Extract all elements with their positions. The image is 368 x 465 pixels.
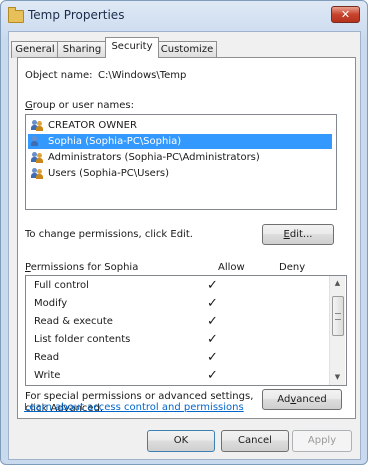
permission-row: List folder contents ✓	[26, 331, 326, 349]
advanced-button[interactable]: Advanced	[262, 389, 342, 410]
close-button[interactable]: ✕	[331, 6, 360, 23]
advanced-label-rest: anced	[296, 394, 327, 405]
advanced-label-prefix: Ad	[277, 394, 291, 405]
permission-row: Write ✓	[26, 367, 326, 385]
permissions-for-label: Permissions for Sophia	[25, 262, 138, 273]
tab-security[interactable]: Security	[105, 37, 159, 58]
deny-column-header: Deny	[279, 262, 306, 273]
tab-general[interactable]: General	[11, 41, 59, 58]
user-icon	[31, 136, 44, 147]
scroll-down-arrow-icon[interactable]: ▼	[333, 373, 342, 382]
user-row-administrators[interactable]: Administrators (Sophia-PC\Administrators…	[28, 150, 332, 165]
user-list[interactable]: CREATOR OWNER Sophia (Sophia-PC\Sophia) …	[25, 114, 337, 210]
object-name-value: C:\Windows\Temp	[98, 70, 187, 81]
title-bar[interactable]: Temp Properties ✕	[1, 1, 367, 31]
edit-button[interactable]: Edit...	[262, 224, 334, 245]
permissions-label-text: ermissions for Sophia	[30, 262, 139, 273]
scroll-thumb[interactable]	[332, 296, 344, 336]
users-icon	[31, 168, 44, 179]
permissions-scrollbar[interactable]: ▲ ▼	[329, 276, 345, 385]
grip-icon	[335, 313, 341, 320]
edit-button-label: dit...	[289, 229, 313, 240]
user-row-creator-owner[interactable]: CREATOR OWNER	[28, 118, 332, 133]
special-permissions-text-line1: For special permissions or advanced sett…	[25, 391, 254, 402]
allow-checkmark: ✓	[207, 296, 218, 311]
permission-name: Read & execute	[34, 316, 113, 327]
user-row-users[interactable]: Users (Sophia-PC\Users)	[28, 166, 332, 181]
allow-checkmark: ✓	[207, 368, 218, 383]
change-permissions-text: To change permissions, click Edit.	[25, 229, 193, 240]
allow-checkmark: ✓	[207, 278, 218, 293]
permission-name: Write	[34, 370, 61, 381]
tab-sharing[interactable]: Sharing	[57, 41, 107, 58]
permission-row: Full control ✓	[26, 277, 326, 295]
ok-button[interactable]: OK	[147, 430, 215, 452]
group-label-accelerator: G	[25, 100, 33, 111]
tab-strip: General Sharing Security Customize	[9, 37, 360, 58]
allow-checkmark: ✓	[207, 332, 218, 347]
cancel-button[interactable]: Cancel	[221, 430, 289, 452]
user-name: Sophia (Sophia-PC\Sophia)	[48, 136, 182, 147]
apply-button[interactable]: Apply	[292, 430, 352, 452]
group-or-user-names-label: Group or user names:	[25, 100, 134, 111]
permission-name: Read	[34, 352, 60, 363]
users-icon	[31, 120, 44, 131]
window-title: Temp Properties	[28, 8, 125, 22]
permission-name: Modify	[34, 298, 68, 309]
user-name: CREATOR OWNER	[48, 120, 137, 131]
allow-column-header: Allow	[218, 262, 245, 273]
tab-customize[interactable]: Customize	[157, 41, 217, 58]
user-name: Users (Sophia-PC\Users)	[48, 168, 170, 179]
learn-about-access-control-link[interactable]: Learn about access control and permissio…	[24, 402, 244, 413]
properties-window: Temp Properties ✕ General Sharing Securi…	[0, 0, 368, 465]
permissions-list[interactable]: Full control ✓ Modify ✓ Read & execute ✓…	[25, 275, 347, 386]
dialog-client-area: General Sharing Security Customize Objec…	[8, 31, 361, 460]
scroll-up-arrow-icon[interactable]: ▲	[333, 279, 342, 288]
permission-name: Full control	[34, 280, 89, 291]
allow-checkmark: ✓	[207, 314, 218, 329]
object-name-label: Object name:	[25, 70, 93, 81]
users-icon	[31, 152, 44, 163]
permission-name: List folder contents	[34, 334, 131, 345]
folder-icon	[8, 7, 24, 23]
allow-checkmark: ✓	[207, 350, 218, 365]
permission-row: Read & execute ✓	[26, 313, 326, 331]
permission-row: Modify ✓	[26, 295, 326, 313]
user-name: Administrators (Sophia-PC\Administrators…	[48, 152, 260, 163]
security-tab-panel: Object name: C:\Windows\Temp Group or us…	[17, 57, 356, 419]
user-row-sophia[interactable]: Sophia (Sophia-PC\Sophia)	[28, 134, 332, 149]
permission-row: Read ✓	[26, 349, 326, 367]
group-label-text: roup or user names:	[32, 100, 134, 111]
